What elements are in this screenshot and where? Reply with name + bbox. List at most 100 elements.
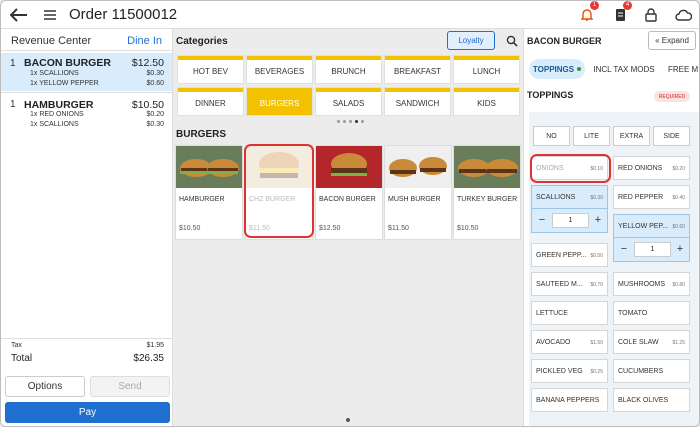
tab-incl-tax-mods[interactable]: INCL TAX MODS bbox=[592, 59, 656, 79]
options-button[interactable]: Options bbox=[5, 376, 85, 397]
receipt-icon[interactable]: 4 bbox=[613, 1, 632, 25]
category-breakfast[interactable]: BREAKFAST bbox=[385, 56, 450, 83]
item-modifier: 1x RED ONIONS bbox=[30, 111, 84, 118]
loyalty-button[interactable]: Loyalty bbox=[447, 31, 495, 50]
order-item-bacon-burger[interactable]: 1 BACON BURGER $12.50 1x SCALLIONS $0.30… bbox=[1, 53, 172, 91]
product-price: $10.50 bbox=[179, 225, 201, 232]
decrement-button[interactable]: − bbox=[617, 242, 631, 256]
receipt-badge: 4 bbox=[623, 1, 632, 10]
tab-toppings[interactable]: TOPPINGS bbox=[529, 59, 585, 79]
category-sandwich[interactable]: SANDWICH bbox=[385, 88, 450, 115]
turkey-burger-image bbox=[454, 146, 520, 188]
topping-lettuce[interactable]: LETTUCE bbox=[531, 301, 608, 325]
topping-red-pepper[interactable]: RED PEPPER $0.40 bbox=[613, 185, 690, 209]
category-burgers[interactable]: BURGERS bbox=[247, 88, 312, 115]
quantity-value[interactable]: 1 bbox=[634, 242, 671, 257]
order-item-hamburger[interactable]: 1 HAMBURGER $10.50 1x RED ONIONS $0.20 1… bbox=[1, 93, 172, 131]
modifier-panel: BACON BURGER « Expand TOPPINGS INCL TAX … bbox=[523, 29, 699, 426]
topping-yellow-pepper[interactable]: YELLOW PEP... $0.60 bbox=[613, 214, 690, 238]
back-arrow-icon[interactable] bbox=[9, 5, 29, 25]
divider bbox=[1, 338, 172, 339]
product-price: $11.50 bbox=[388, 225, 409, 232]
item-name: HAMBURGER bbox=[24, 99, 94, 111]
order-title: Order 11500012 bbox=[69, 6, 178, 23]
menu-icon[interactable] bbox=[43, 5, 57, 25]
increment-button[interactable]: + bbox=[673, 242, 687, 256]
menu-panel: Categories Loyalty HOT BEV BEVERAGES BRU… bbox=[173, 29, 523, 426]
category-brunch[interactable]: BRUNCH bbox=[316, 56, 381, 83]
page-indicator-dot bbox=[346, 418, 350, 422]
item-price: $10.50 bbox=[131, 99, 164, 111]
app-window: Order 11500012 1 4 Revenue Center Dine I… bbox=[0, 0, 700, 427]
revenue-center-label: Revenue Center bbox=[11, 35, 92, 47]
pay-button[interactable]: Pay bbox=[5, 402, 170, 423]
required-badge: REQUIRED bbox=[654, 91, 690, 102]
topping-tomato[interactable]: TOMATO bbox=[613, 301, 690, 325]
item-modifier-price: $0.60 bbox=[146, 80, 164, 87]
product-mush-burger[interactable]: MUSH BURGER $11.50 bbox=[385, 146, 451, 239]
category-dinner[interactable]: DINNER bbox=[178, 88, 243, 115]
topping-sauteed-mushrooms[interactable]: SAUTEED M... $0.70 bbox=[531, 272, 608, 296]
topping-black-olives[interactable]: BLACK OLIVES bbox=[613, 388, 690, 412]
quantity-value[interactable]: 1 bbox=[552, 213, 589, 228]
category-hot-bev[interactable]: HOT BEV bbox=[178, 56, 243, 83]
item-modifier-price: $0.20 bbox=[146, 111, 164, 118]
topping-avocado[interactable]: AVOCADO $1.50 bbox=[531, 330, 608, 354]
expand-button[interactable]: « Expand bbox=[648, 31, 696, 50]
notification-badge: 1 bbox=[590, 1, 599, 10]
search-icon[interactable] bbox=[506, 34, 518, 47]
item-modifier: 1x YELLOW PEPPER bbox=[30, 80, 99, 87]
total-label: Total bbox=[11, 353, 33, 364]
revenue-center-value[interactable]: Dine In bbox=[127, 35, 162, 47]
send-button[interactable]: Send bbox=[90, 376, 170, 397]
product-hamburger[interactable]: HAMBURGER $10.50 bbox=[176, 146, 242, 239]
option-side[interactable]: SIDE bbox=[653, 126, 690, 146]
order-panel: Revenue Center Dine In 1 BACON BURGER $1… bbox=[1, 29, 173, 426]
topping-green-pepper[interactable]: GREEN PEPP... $0.50 bbox=[531, 243, 608, 267]
increment-button[interactable]: + bbox=[591, 213, 605, 227]
categories-heading: Categories bbox=[176, 36, 228, 47]
category-beverages[interactable]: BEVERAGES bbox=[247, 56, 312, 83]
highlight-box bbox=[244, 144, 314, 238]
highlight-box bbox=[530, 154, 611, 183]
product-price: $10.50 bbox=[457, 225, 479, 232]
product-turkey-burger[interactable]: TURKEY BURGER $10.50 bbox=[454, 146, 520, 239]
revenue-center-row[interactable]: Revenue Center Dine In bbox=[1, 29, 172, 51]
bacon-burger-image bbox=[316, 146, 382, 188]
product-name: BACON BURGER bbox=[319, 196, 376, 203]
product-name: TURKEY BURGER bbox=[457, 196, 518, 203]
product-name: MUSH BURGER bbox=[388, 196, 441, 203]
topping-pickled-veg[interactable]: PICKLED VEG $0.25 bbox=[531, 359, 608, 383]
category-page-dots[interactable] bbox=[337, 120, 364, 123]
topping-banana-peppers[interactable]: BANANA PEPPERS bbox=[531, 388, 608, 412]
modifier-item-title: BACON BURGER bbox=[527, 36, 602, 46]
tab-free-mods[interactable]: FREE M bbox=[668, 59, 699, 79]
decrement-button[interactable]: − bbox=[535, 213, 549, 227]
topping-cole-slaw[interactable]: COLE SLAW $1.25 bbox=[613, 330, 690, 354]
item-modifier: 1x SCALLIONS bbox=[30, 121, 79, 128]
product-bacon-burger[interactable]: BACON BURGER $12.50 bbox=[316, 146, 382, 239]
modifier-tabs: TOPPINGS INCL TAX MODS FREE M bbox=[524, 59, 699, 81]
category-kids[interactable]: KIDS bbox=[454, 88, 519, 115]
toppings-heading: TOPPINGS bbox=[527, 90, 574, 100]
option-no[interactable]: NO bbox=[533, 126, 570, 146]
topping-cucumbers[interactable]: CUCUMBERS bbox=[613, 359, 690, 383]
notification-bell-icon[interactable]: 1 bbox=[580, 1, 599, 25]
category-salads[interactable]: SALADS bbox=[316, 88, 381, 115]
mush-burger-image bbox=[385, 146, 451, 188]
topping-scallions[interactable]: SCALLIONS $0.30 bbox=[531, 185, 608, 209]
section-heading: BURGERS bbox=[176, 129, 227, 140]
product-name: HAMBURGER bbox=[179, 196, 225, 203]
option-extra[interactable]: EXTRA bbox=[613, 126, 650, 146]
option-lite[interactable]: LITE bbox=[573, 126, 610, 146]
item-modifier-price: $0.30 bbox=[146, 121, 164, 128]
topping-red-onions[interactable]: RED ONIONS $0.20 bbox=[613, 156, 690, 180]
yellow-pepper-quantity-stepper: − 1 + bbox=[613, 238, 690, 262]
top-bar: Order 11500012 1 4 bbox=[1, 1, 699, 29]
tax-value: $1.95 bbox=[146, 342, 164, 349]
category-lunch[interactable]: LUNCH bbox=[454, 56, 519, 83]
cloud-icon[interactable] bbox=[674, 5, 692, 25]
lock-icon[interactable] bbox=[644, 5, 658, 25]
tax-label: Tax bbox=[11, 342, 22, 349]
topping-mushrooms[interactable]: MUSHROOMS $0.80 bbox=[613, 272, 690, 296]
